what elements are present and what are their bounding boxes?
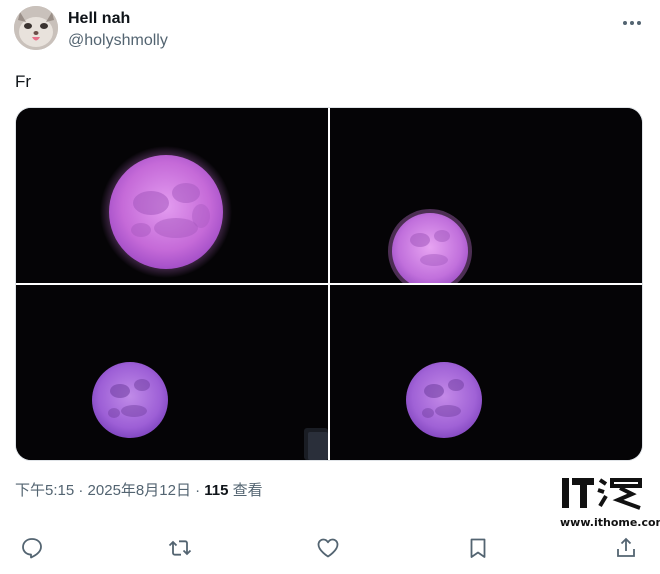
share-icon[interactable] bbox=[614, 536, 640, 562]
photo-1[interactable] bbox=[16, 108, 328, 283]
reply-icon[interactable] bbox=[20, 536, 46, 562]
photo-3[interactable] bbox=[16, 285, 328, 460]
meta-separator: · bbox=[190, 482, 205, 499]
ithome-watermark: www.ithome.com bbox=[560, 474, 660, 530]
views-label: 查看 bbox=[228, 482, 263, 499]
more-horizontal-icon[interactable] bbox=[622, 14, 642, 25]
retweet-icon[interactable] bbox=[167, 536, 193, 562]
photo-4[interactable] bbox=[330, 285, 642, 460]
tweet-date[interactable]: 2025年8月12日 bbox=[88, 482, 191, 499]
tweet-meta: 下午5:15 · 2025年8月12日 · 115 查看 bbox=[15, 482, 263, 500]
author-handle[interactable]: @holyshmolly bbox=[68, 32, 168, 50]
watermark-url: www.ithome.com bbox=[560, 516, 660, 529]
ithome-logo bbox=[562, 478, 642, 510]
action-bar bbox=[0, 532, 660, 566]
meta-separator: · bbox=[74, 482, 88, 499]
views-count: 115 bbox=[204, 482, 229, 499]
media-grid bbox=[15, 107, 643, 461]
photo-2[interactable] bbox=[330, 108, 642, 283]
heart-icon[interactable] bbox=[316, 536, 342, 562]
bookmark-icon[interactable] bbox=[466, 536, 492, 562]
avatar[interactable] bbox=[14, 6, 58, 50]
tweet-time[interactable]: 下午5:15 bbox=[15, 482, 74, 499]
tweet-text: Fr bbox=[15, 72, 32, 91]
author-display-name[interactable]: Hell nah bbox=[68, 10, 130, 28]
